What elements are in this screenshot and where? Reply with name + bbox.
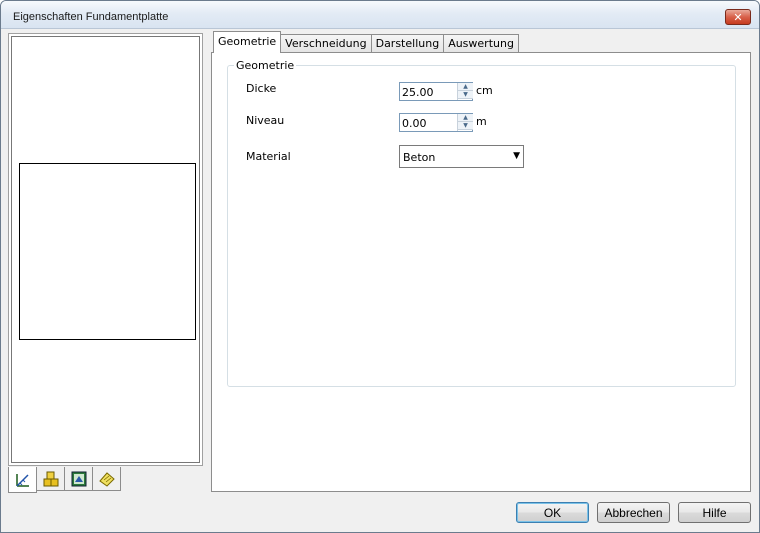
layer-icon [71, 471, 86, 486]
niveau-value[interactable]: 0.00 [402, 117, 427, 130]
niveau-label: Niveau [246, 114, 285, 127]
dicke-value[interactable]: 25.00 [402, 86, 434, 99]
preview-canvas[interactable] [11, 36, 200, 463]
group-title: Geometrie [234, 59, 297, 72]
preview-panel [8, 33, 203, 466]
slab-preview-shape [19, 163, 196, 340]
tab-verschneidung[interactable]: Verschneidung [280, 34, 372, 53]
tab-darstellung[interactable]: Darstellung [370, 34, 445, 53]
dicke-unit: cm [476, 84, 493, 97]
properties-dialog: Eigenschaften Fundamentplatte ✕ Geometri… [0, 0, 760, 533]
preview-tab-note[interactable] [92, 467, 121, 491]
niveau-unit: m [476, 115, 487, 128]
material-value: Beton [403, 151, 436, 164]
note-icon [98, 471, 115, 487]
ok-button[interactable]: OK [516, 502, 589, 523]
measure-icon [15, 473, 29, 487]
dialog-client: Geometrie Verschneidung Darstellung Ausw… [3, 30, 757, 532]
tab-page-geometrie: Geometrie Dicke 25.00 ▲ ▼ cm Niveau 0.00… [211, 52, 751, 492]
geometry-group: Geometrie Dicke 25.00 ▲ ▼ cm Niveau 0.00… [227, 59, 736, 387]
close-icon: ✕ [733, 10, 743, 24]
dicke-label: Dicke [246, 82, 277, 95]
preview-tab-layer[interactable] [64, 467, 93, 491]
window-title: Eigenschaften Fundamentplatte [13, 11, 169, 23]
close-button[interactable]: ✕ [725, 9, 751, 25]
niveau-spin-buttons: ▲ ▼ [457, 114, 473, 131]
dicke-spin-buttons: ▲ ▼ [457, 83, 473, 100]
preview-tab-blocks[interactable] [36, 467, 65, 491]
tab-geometrie[interactable]: Geometrie [213, 31, 282, 53]
preview-tab-measure[interactable] [8, 467, 37, 493]
title-bar[interactable]: Eigenschaften Fundamentplatte ✕ [1, 1, 759, 29]
help-button[interactable]: Hilfe [678, 502, 751, 523]
niveau-up-icon[interactable]: ▲ [458, 114, 473, 122]
material-label: Material [246, 150, 291, 163]
niveau-spinner[interactable]: 0.00 ▲ ▼ [399, 113, 473, 132]
dicke-spinner[interactable]: 25.00 ▲ ▼ [399, 82, 473, 101]
chevron-down-icon: ▼ [513, 151, 520, 161]
preview-tabs [8, 467, 121, 493]
tab-auswertung[interactable]: Auswertung [443, 34, 519, 53]
dicke-up-icon[interactable]: ▲ [458, 83, 473, 91]
blocks-icon [43, 471, 58, 486]
cancel-button[interactable]: Abbrechen [597, 502, 670, 523]
niveau-down-icon[interactable]: ▼ [458, 122, 473, 130]
dicke-down-icon[interactable]: ▼ [458, 91, 473, 99]
material-select[interactable]: Beton ▼ [399, 145, 524, 168]
property-tabs: Geometrie Verschneidung Darstellung Ausw… [213, 31, 519, 53]
